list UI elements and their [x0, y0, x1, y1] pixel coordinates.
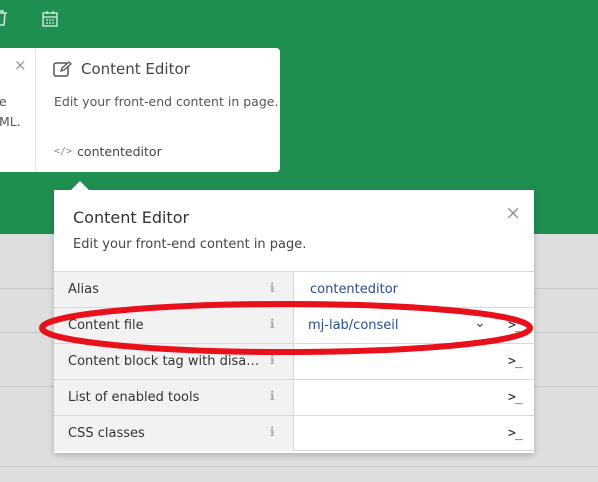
close-icon[interactable]: × — [505, 204, 521, 223]
card-alias: contenteditor — [77, 144, 162, 159]
chevron-down-icon[interactable]: ⌄ — [474, 315, 486, 331]
code-icon: </> — [54, 146, 73, 157]
setting-label: Content file — [68, 318, 144, 333]
card-title: Content Editor — [81, 60, 190, 78]
plugin-settings-popover: Content Editor Edit your front-end conte… — [54, 190, 534, 453]
alias-value[interactable]: contenteditor — [310, 282, 398, 297]
settings-label-cell: Content block tag with disabi... i — [54, 344, 294, 379]
info-icon[interactable]: i — [270, 317, 275, 331]
terminal-icon[interactable]: >_ — [508, 354, 523, 369]
popover-title: Content Editor — [73, 208, 190, 227]
settings-label-cell: List of enabled tools i — [54, 380, 294, 415]
card-description: Edit your front-end content in page. — [54, 94, 279, 109]
card-description-fragment: ML. — [0, 114, 21, 129]
previous-plugin-card[interactable]: × e ML. — [0, 48, 36, 172]
settings-row-enabled-tools[interactable]: List of enabled tools i >_ — [54, 379, 534, 415]
info-icon[interactable]: i — [270, 281, 275, 295]
settings-label-cell: Alias i — [54, 272, 294, 307]
terminal-icon[interactable]: >_ — [508, 318, 523, 333]
setting-label: List of enabled tools — [68, 390, 200, 405]
settings-row-alias[interactable]: Alias i contenteditor — [54, 271, 534, 307]
calendar-icon[interactable] — [42, 10, 58, 27]
info-icon[interactable]: i — [270, 425, 275, 439]
terminal-icon[interactable]: >_ — [508, 390, 523, 405]
info-icon[interactable]: i — [270, 389, 275, 403]
close-icon[interactable]: × — [14, 56, 27, 74]
setting-label: CSS classes — [68, 426, 145, 441]
settings-label-cell: CSS classes i — [54, 416, 294, 451]
content-editor-card[interactable]: Content Editor Edit your front-end conte… — [36, 48, 280, 172]
popover-description: Edit your front-end content in page. — [73, 237, 307, 252]
content-file-select[interactable]: mj-lab/conseil — [308, 318, 399, 333]
settings-row-content-block-tag[interactable]: Content block tag with disabi... i >_ — [54, 343, 534, 379]
popover-caret — [71, 181, 89, 190]
settings-table: Alias i contenteditor Content file i mj-… — [54, 271, 534, 451]
setting-label: Content block tag with disabi... — [68, 354, 264, 369]
settings-row-css-classes[interactable]: CSS classes i >_ — [54, 415, 534, 451]
info-icon[interactable]: i — [270, 353, 275, 367]
settings-label-cell: Content file i — [54, 308, 294, 343]
settings-row-content-file[interactable]: Content file i mj-lab/conseil ⌄ >_ — [54, 307, 534, 343]
setting-label: Alias — [68, 282, 99, 297]
trash-icon[interactable] — [0, 10, 8, 26]
card-description-fragment: e — [0, 94, 7, 109]
terminal-icon[interactable]: >_ — [508, 426, 523, 441]
edit-icon — [53, 61, 72, 77]
